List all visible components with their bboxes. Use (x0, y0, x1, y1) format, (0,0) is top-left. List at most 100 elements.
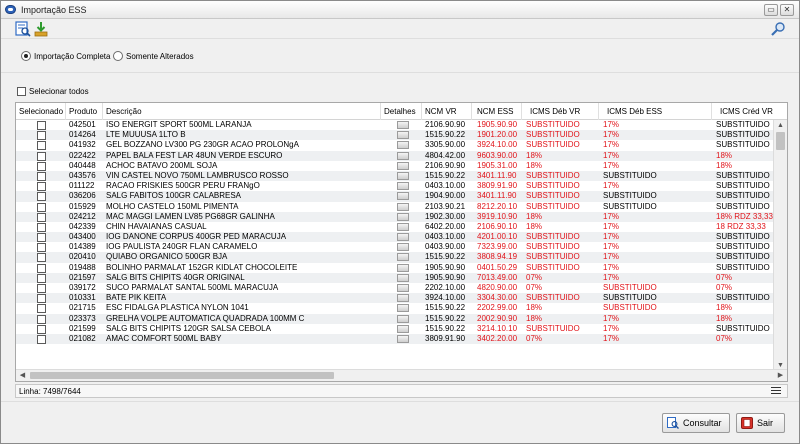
details-icon[interactable] (397, 334, 409, 343)
column-header-ncm-vr[interactable]: NCM VR (422, 103, 472, 120)
row-details-cell[interactable] (381, 252, 422, 262)
row-select-cell[interactable] (16, 161, 66, 171)
row-select-cell[interactable] (16, 252, 66, 263)
row-details-cell[interactable] (381, 314, 422, 324)
details-icon[interactable] (397, 151, 409, 160)
download-icon[interactable] (33, 21, 49, 37)
column-header-icms-cred-vr[interactable]: ICMS Créd VR (712, 103, 787, 120)
row-checkbox[interactable] (37, 273, 46, 283)
column-header-selected[interactable]: Selecionado (16, 103, 66, 120)
details-icon[interactable] (397, 212, 409, 221)
table-row[interactable]: 020410 QUIABO ORGANICO 500GR BJA 1515.90.2… (16, 252, 773, 263)
row-select-cell[interactable] (16, 140, 66, 151)
details-icon[interactable] (397, 161, 409, 170)
details-icon[interactable] (397, 243, 409, 252)
restore-button[interactable]: ▭ (764, 4, 778, 16)
row-details-cell[interactable] (381, 293, 422, 303)
details-icon[interactable] (397, 182, 409, 191)
row-checkbox[interactable] (37, 243, 46, 253)
row-checkbox[interactable] (37, 151, 46, 161)
radio-dot-selected[interactable] (21, 51, 31, 61)
details-icon[interactable] (397, 304, 409, 313)
row-checkbox[interactable] (37, 141, 46, 151)
table-row[interactable]: 014389 IOG PAULISTA 240GR FLAN CARAMELO 04… (16, 242, 773, 253)
row-checkbox[interactable] (37, 294, 46, 304)
column-header-description[interactable]: Descrição (103, 103, 381, 120)
exit-button[interactable]: Sair (736, 413, 785, 433)
column-header-icms-deb-ess[interactable]: ICMS Déb ESS (599, 103, 712, 120)
row-select-cell[interactable] (16, 151, 66, 161)
details-icon[interactable] (397, 141, 409, 150)
details-icon[interactable] (397, 314, 409, 323)
row-select-cell[interactable] (16, 202, 66, 212)
vertical-scrollbar[interactable]: ▲ ▼ (773, 120, 787, 371)
row-select-cell[interactable] (16, 263, 66, 273)
view-report-icon[interactable] (15, 21, 31, 37)
table-row[interactable]: 010331 BATE PIK KEITA 3924.10.00 3304.30.00… (16, 293, 773, 304)
row-checkbox[interactable] (37, 253, 46, 263)
row-select-cell[interactable] (16, 222, 66, 232)
row-details-cell[interactable] (381, 324, 422, 334)
table-row[interactable]: 043400 IOG DANONE CORPUS 400GR PED MARACU… (16, 232, 773, 243)
row-details-cell[interactable] (381, 283, 422, 293)
row-select-cell[interactable] (16, 171, 66, 181)
details-icon[interactable] (397, 273, 409, 282)
row-select-cell[interactable] (16, 130, 66, 141)
row-details-cell[interactable] (381, 232, 422, 242)
horizontal-scroll-thumb[interactable] (30, 372, 334, 379)
table-row[interactable]: 021599 SALG BITS CHIPITS 120GR SALSA CEBO… (16, 324, 773, 334)
table-row[interactable]: 040448 ACHOC BATAVO 200ML SOJA 2106.90.90 1… (16, 161, 773, 171)
row-checkbox[interactable] (37, 171, 46, 181)
row-details-cell[interactable] (381, 263, 422, 273)
table-row[interactable]: 023373 GRELHA VOLPE AUTOMATICA QUADRADA 1… (16, 313, 773, 324)
row-checkbox[interactable] (37, 192, 46, 202)
details-icon[interactable] (397, 121, 409, 129)
row-checkbox[interactable] (37, 304, 46, 314)
scroll-left-icon[interactable]: ◀ (16, 370, 29, 381)
row-checkbox[interactable] (37, 233, 46, 243)
row-details-cell[interactable] (381, 161, 422, 171)
column-header-icms-deb-vr[interactable]: ICMS Déb VR (522, 103, 599, 120)
row-select-cell[interactable] (16, 212, 66, 222)
row-checkbox[interactable] (37, 314, 46, 324)
row-details-cell[interactable] (381, 181, 422, 191)
row-select-cell[interactable] (16, 293, 66, 304)
row-details-cell[interactable] (381, 171, 422, 181)
details-icon[interactable] (397, 263, 409, 272)
row-select-cell[interactable] (16, 283, 66, 293)
details-icon[interactable] (397, 202, 409, 211)
table-row[interactable]: 021082 AMAC COMFORT 500ML BABY 3809.91.90 3… (16, 333, 773, 345)
row-details-cell[interactable] (381, 202, 422, 212)
table-row[interactable]: 022422 PAPEL BALA FEST LAR 48UN VERDE ESC… (16, 150, 773, 161)
table-row[interactable]: 041932 GEL BOZZANO LV300 PG 230GR ACAO PR… (16, 140, 773, 151)
details-icon[interactable] (397, 284, 409, 292)
row-checkbox[interactable] (37, 222, 46, 232)
row-details-cell[interactable] (381, 212, 422, 222)
row-checkbox[interactable] (37, 202, 46, 212)
row-checkbox[interactable] (37, 121, 46, 130)
table-row[interactable]: 015929 MOLHO CASTELO 150ML PIMENTA 2103.90… (16, 202, 773, 212)
row-checkbox[interactable] (37, 263, 46, 273)
table-row[interactable]: 024212 MAC MAGGI LAMEN LV85 PG68GR GALINH… (16, 211, 773, 222)
select-all-box[interactable] (17, 87, 26, 96)
row-checkbox[interactable] (37, 182, 46, 192)
scroll-right-icon[interactable]: ▶ (774, 370, 787, 381)
row-checkbox[interactable] (37, 334, 46, 344)
table-row[interactable]: 021597 SALG BITS CHIPITS 40GR ORIGINAL 190… (16, 272, 773, 283)
row-checkbox[interactable] (37, 324, 46, 334)
row-select-cell[interactable] (16, 273, 66, 283)
horizontal-scrollbar[interactable]: ◀ ▶ (16, 369, 787, 381)
row-details-cell[interactable] (381, 242, 422, 252)
row-select-cell[interactable] (16, 120, 66, 130)
row-details-cell[interactable] (381, 120, 422, 130)
radio-changed-only[interactable]: Somente Alterados (113, 51, 194, 61)
radio-complete-import[interactable]: Importação Completa (21, 51, 110, 61)
row-select-cell[interactable] (16, 334, 66, 344)
table-row[interactable]: 042339 CHIN HAVAIANAS CASUAL 6402.20.00 210… (16, 222, 773, 232)
table-row[interactable]: 021715 ESC FIDALGA PLASTICA NYLON 1041 151… (16, 303, 773, 314)
close-button[interactable]: ✕ (780, 4, 794, 16)
row-checkbox[interactable] (37, 212, 46, 222)
row-details-cell[interactable] (381, 222, 422, 232)
details-icon[interactable] (397, 192, 409, 201)
row-details-cell[interactable] (381, 303, 422, 313)
